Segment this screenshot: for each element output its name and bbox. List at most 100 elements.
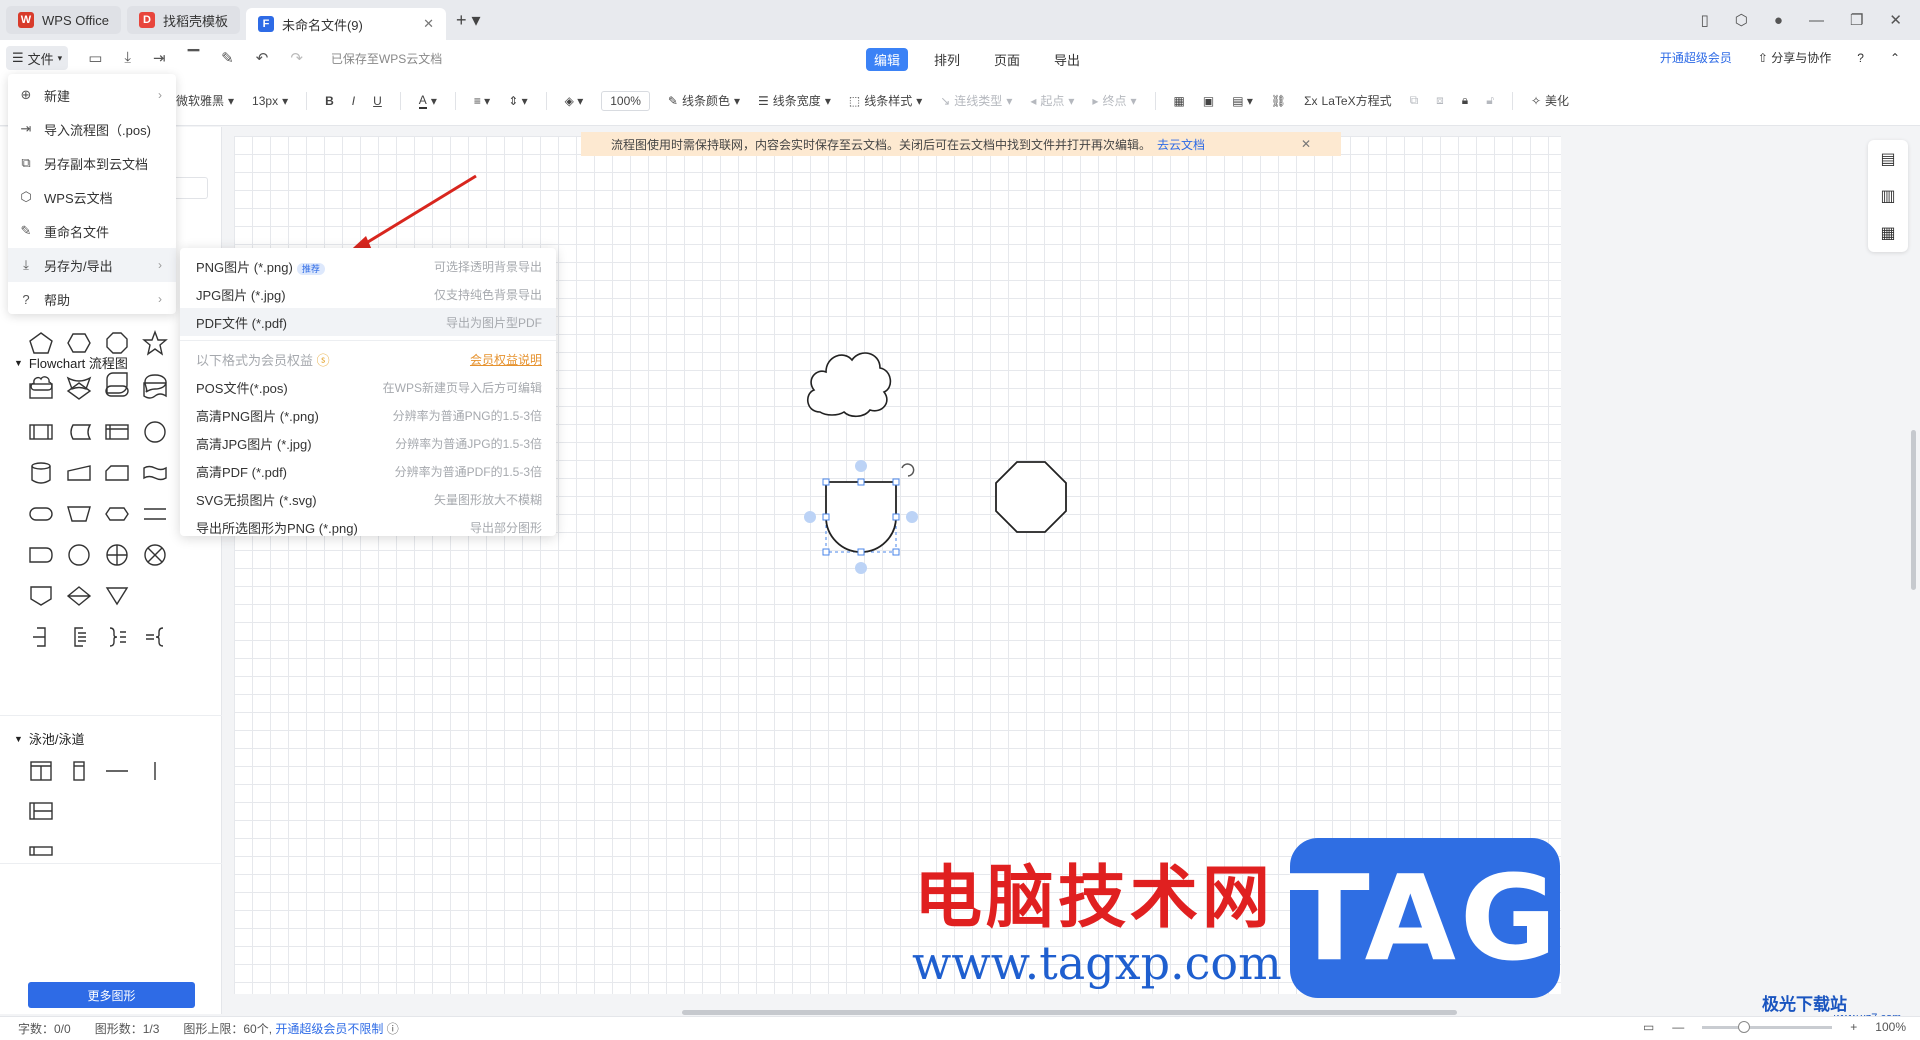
card-shape[interactable] [98,457,136,489]
menu-item-help[interactable]: ? 帮助 › [8,282,176,316]
brace-shape[interactable] [98,621,136,653]
brace-left-shape[interactable] [136,621,174,653]
merge-shape[interactable] [98,580,136,612]
export-png[interactable]: PNG图片 (*.png) 推荐 可选择透明背景导出 [180,252,556,280]
layout-icon[interactable]: ▥ [1880,186,1895,206]
export-pos[interactable]: POS文件(*.pos) 在WPS新建页导入后方可编辑 [180,373,556,401]
chart-bars-icon[interactable]: ▦ [1880,223,1895,243]
menu-item-import[interactable]: ⇥ 导入流程图（.pos) [8,112,176,146]
restore-icon[interactable]: ❐ [1850,11,1863,29]
export-hd-png[interactable]: 高清PNG图片 (*.png) 分辨率为普通PNG的1.5-3倍 [180,401,556,429]
export-hd-jpg[interactable]: 高清JPG图片 (*.jpg) 分辨率为普通JPG的1.5-3倍 [180,429,556,457]
share-button[interactable]: ⇧ 分享与协作 [1758,49,1831,66]
line-spacing-icon[interactable]: ⇕ ▾ [508,94,527,108]
menu-item-save-as-export[interactable]: ⤓ 另存为/导出 › [8,248,176,282]
link-icon[interactable]: ⛓ [1271,94,1286,108]
go-cloud-link[interactable]: 去云文档 [1157,138,1205,152]
avatar[interactable]: ● [1774,12,1783,29]
annotation-right-shape[interactable] [22,621,60,653]
close-icon[interactable]: ✕ [1301,137,1311,151]
horizontal-scrollbar[interactable] [682,1010,1457,1015]
table-icon[interactable]: ▦ [1174,94,1185,108]
fill-color-icon[interactable]: ◈ ▾ [565,94,584,108]
font-family-select[interactable]: 微软雅黑 ▾ [176,92,234,109]
canvas-selected-shape[interactable] [804,458,920,578]
display-shape[interactable] [22,498,60,530]
canvas-cloud-shape[interactable] [802,344,894,420]
pen-icon[interactable]: ✎ [221,49,234,67]
lock-icon[interactable]: 🔒︎ [1462,93,1468,108]
internal-storage-shape[interactable] [98,416,136,448]
question-icon[interactable]: ⓘ [387,1022,399,1036]
end-point-button[interactable]: ▸ 终点 ▾ [1092,92,1136,109]
manual-input-shape[interactable] [60,457,98,489]
start-point-button[interactable]: ◂ 起点 ▾ [1030,92,1074,109]
zoom-input[interactable]: 100% [601,90,650,111]
punched-tape-shape[interactable] [136,457,174,489]
map-icon[interactable]: ▭ [1643,1020,1654,1034]
process-shape[interactable] [22,375,60,407]
tab-page[interactable]: 页面 [986,48,1028,71]
sort-shape[interactable] [60,580,98,612]
flowchart-section-header[interactable]: ▼ Flowchart 流程图 [14,353,128,372]
preparation-shape[interactable] [98,498,136,530]
predefined-process-shape[interactable] [22,416,60,448]
vip-rights-link[interactable]: 会员权益说明 [470,351,542,368]
italic-icon[interactable]: I [352,94,355,108]
group-icon[interactable]: ⧉ [1410,93,1419,108]
menu-item-save-copy-cloud[interactable]: ⧉ 另存副本到云文档 [8,146,176,180]
or-shape[interactable] [98,539,136,571]
swimlane-section-header[interactable]: ▼ 泳池/泳道 [14,729,85,748]
font-color-icon[interactable]: A ▾ [418,93,437,109]
file-menu-button[interactable]: ☰ 文件 ▾ [6,46,69,70]
stored-data-shape[interactable] [60,416,98,448]
add-tab-icon[interactable]: + ▾ [456,10,481,31]
delay-shape[interactable] [22,539,60,571]
canvas-octagon-shape[interactable] [994,460,1068,534]
image-icon[interactable]: ▣ [1203,94,1214,108]
menu-item-wps-cloud[interactable]: ⬡ WPS云文档 [8,180,176,214]
export-icon[interactable]: ⇥ [153,49,166,67]
sidebar-toggle-icon[interactable]: ▯ [1701,11,1709,29]
connector-type-button[interactable]: ↘ 连线类型 ▾ [940,92,1012,109]
parallel-lines-shape[interactable] [136,498,174,530]
horizontal-divider-shape[interactable] [98,755,136,787]
ungroup-icon[interactable]: ⧈ [1436,93,1444,108]
line-color-button[interactable]: ✎ 线条颜色 ▾ [668,92,740,109]
zoom-in-icon[interactable]: + [1850,1020,1857,1034]
vip-unlimited-link[interactable]: 开通超级会员不限制 [275,1022,383,1036]
decision-shape[interactable] [60,375,98,407]
underline-icon[interactable]: U [373,94,382,108]
tab-template[interactable]: D 找稻壳模板 [126,6,240,34]
font-size-select[interactable]: 13px ▾ [252,94,288,108]
vertical-scrollbar[interactable] [1911,430,1916,590]
zoom-slider[interactable] [1702,1020,1833,1033]
save-icon[interactable]: ▭ [88,49,102,67]
tab-current-file[interactable]: F 未命名文件(9) ✕ [245,8,446,40]
export-selection-png[interactable]: 导出所选图形为PNG (*.png) 导出部分图形 [180,513,556,541]
tab-export[interactable]: 导出 [1046,48,1088,71]
tab-edit[interactable]: 编辑 [866,48,909,71]
close-tab-icon[interactable]: ✕ [423,16,434,32]
annotation-left-shape[interactable] [60,621,98,653]
latex-button[interactable]: Σx LaTeX方程式 [1304,92,1391,109]
more-shapes-button[interactable]: 更多图形 [28,982,195,1008]
unlock-icon[interactable]: 🔓︎ [1486,93,1494,108]
zoom-slider-handle[interactable] [1738,1020,1751,1033]
redo-icon[interactable]: ↷ [290,49,303,67]
manual-operation-shape[interactable] [60,498,98,530]
export-jpg[interactable]: JPG图片 (*.jpg) 仅支持纯色背景导出 [180,280,556,308]
beautify-button[interactable]: ✧ 美化 [1531,92,1569,109]
pool-shape[interactable] [22,755,60,787]
database-shape[interactable] [22,457,60,489]
line-width-button[interactable]: ☰ 线条宽度 ▾ [758,92,831,109]
summing-junction-shape[interactable] [136,539,174,571]
bold-icon[interactable]: B [325,94,334,108]
vertical-lane-shape[interactable] [60,755,98,787]
menu-item-new[interactable]: ⊕ 新建 › [8,78,176,112]
zoom-out-icon[interactable]: — [1672,1020,1684,1034]
off-page-shape[interactable] [22,580,60,612]
close-window-icon[interactable]: ✕ [1889,11,1902,29]
chart-icon[interactable]: ▤ ▾ [1232,94,1253,108]
document-shape[interactable] [136,375,174,407]
